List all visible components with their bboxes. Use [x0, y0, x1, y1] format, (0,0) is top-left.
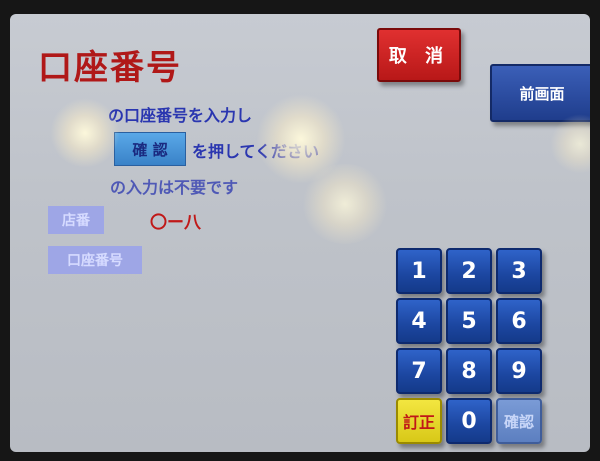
correct-button[interactable]: 訂正: [396, 398, 442, 444]
instruction-line-1: の口座番号を入力し: [108, 106, 253, 125]
keypad-key-1[interactable]: 1: [396, 248, 442, 294]
keypad-key-0[interactable]: 0: [446, 398, 492, 444]
glare-reflection: [550, 114, 590, 174]
atm-screen: 口座番号 取 消 前画面 の口座番号を入力し 確 認 を押してください の入力は…: [10, 14, 590, 452]
cancel-button[interactable]: 取 消: [377, 28, 461, 82]
account-number-label: 口座番号: [48, 246, 142, 274]
page-title: 口座番号: [38, 48, 182, 88]
keypad-key-5[interactable]: 5: [446, 298, 492, 344]
keypad-key-9[interactable]: 9: [496, 348, 542, 394]
branch-value: 〇ー八: [150, 213, 201, 233]
keypad-key-4[interactable]: 4: [396, 298, 442, 344]
keypad-key-8[interactable]: 8: [446, 348, 492, 394]
glare-reflection: [300, 164, 390, 244]
keypad-key-2[interactable]: 2: [446, 248, 492, 294]
branch-label: 店番: [48, 206, 104, 234]
previous-screen-button[interactable]: 前画面: [490, 64, 590, 122]
keypad-key-3[interactable]: 3: [496, 248, 542, 294]
instruction-line-2: を押してください: [192, 142, 320, 161]
instruction-confirm-label: 確 認: [114, 132, 186, 166]
instruction-line-3: の入力は不要です: [110, 178, 239, 197]
confirm-button[interactable]: 確認: [496, 398, 542, 444]
keypad-key-6[interactable]: 6: [496, 298, 542, 344]
keypad-key-7[interactable]: 7: [396, 348, 442, 394]
